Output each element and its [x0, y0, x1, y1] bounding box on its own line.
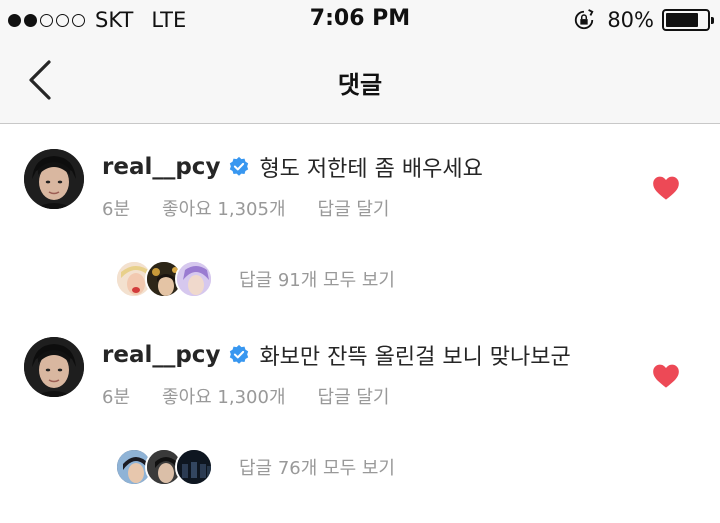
avatar-image: [24, 337, 84, 397]
verified-badge-icon: [230, 344, 249, 364]
verified-badge-icon: [230, 156, 249, 176]
view-replies-button[interactable]: 답글 91개 모두 보기: [115, 258, 395, 300]
avatar[interactable]: [24, 337, 84, 397]
heart-icon[interactable]: [652, 175, 680, 201]
reply-button[interactable]: 답글 달기: [318, 383, 390, 409]
heart-icon[interactable]: [652, 363, 680, 389]
battery-icon: [662, 9, 714, 31]
view-replies-label: 답글 91개 모두 보기: [239, 270, 395, 291]
rotation-lock-icon: [575, 9, 594, 30]
status-bar: SKT LTE 7:06 PM 80%: [0, 0, 720, 40]
comment-likes[interactable]: 좋아요 1,300개: [162, 383, 286, 409]
reply-avatar: [175, 260, 213, 298]
reply-avatars: [115, 258, 225, 300]
avatar[interactable]: [24, 149, 84, 209]
battery-tip: [711, 17, 714, 24]
view-replies-label: 답글 76개 모두 보기: [239, 458, 395, 479]
avatar-image: [24, 149, 84, 209]
comment-likes[interactable]: 좋아요 1,305개: [162, 195, 286, 221]
battery-level: [666, 13, 698, 27]
status-right: 80%: [573, 6, 714, 34]
comment-text: 화보만 잔뜩 올린걸 보니 맞나보군: [259, 345, 571, 370]
comment-meta: 6분 좋아요 1,300개 답글 달기: [102, 383, 421, 409]
reply-avatar: [175, 448, 213, 486]
comment-username[interactable]: real__pcy: [102, 154, 220, 180]
reply-button[interactable]: 답글 달기: [318, 195, 390, 221]
comment-line: real__pcy 화보만 잔뜩 올린걸 보니 맞나보군: [102, 337, 571, 373]
comment-time: 6분: [102, 199, 131, 220]
comment-item: real__pcy 화보만 잔뜩 올린걸 보니 맞나보군 6분 좋아요 1,30…: [0, 313, 720, 503]
comment-line: real__pcy 형도 저한테 좀 배우세요: [102, 149, 483, 185]
view-replies-button[interactable]: 답글 76개 모두 보기: [115, 446, 395, 488]
battery-percent: 80%: [607, 8, 654, 32]
comment-text: 형도 저한테 좀 배우세요: [259, 157, 483, 182]
comment-meta: 6분 좋아요 1,305개 답글 달기: [102, 195, 421, 221]
comment-username[interactable]: real__pcy: [102, 342, 220, 368]
comment-time: 6분: [102, 387, 131, 408]
comment-item: real__pcy 형도 저한테 좀 배우세요 6분 좋아요 1,305개 답글…: [0, 125, 720, 315]
reply-avatars: [115, 446, 225, 488]
nav-bar: 댓글: [0, 40, 720, 124]
page-title: 댓글: [337, 71, 383, 99]
